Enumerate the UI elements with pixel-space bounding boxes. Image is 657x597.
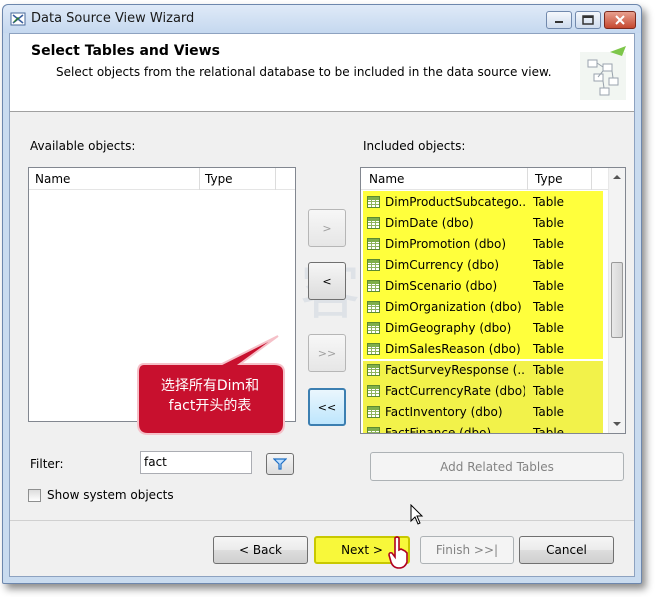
item-name: FactSurveyResponse (... [385, 363, 525, 377]
annotation-callout: 选择所有Dim和 fact开头的表 [130, 335, 290, 442]
next-button-label: Next > [341, 543, 383, 557]
item-type: Table [533, 300, 565, 314]
close-window-button[interactable] [604, 11, 636, 29]
table-icon [367, 427, 380, 433]
table-icon [367, 217, 380, 229]
add-selected-button[interactable]: > [308, 209, 346, 247]
table-icon [367, 301, 380, 313]
page-title: Select Tables and Views [31, 43, 220, 59]
list-item[interactable]: DimCurrency (dbo) Table [361, 255, 601, 276]
arrow-cursor-icon [410, 504, 424, 525]
list-item[interactable]: FactSurveyResponse (... Table [361, 360, 601, 381]
included-objects-list[interactable]: Name Type DimProductSubcatego... Table Dim… [360, 167, 626, 434]
list-item[interactable]: DimOrganization (dbo) Table [361, 297, 601, 318]
item-name: DimProductSubcatego... [385, 195, 525, 209]
close-icon [615, 15, 625, 25]
show-system-objects-label: Show system objects [47, 488, 174, 502]
item-name: FactFinance (dbo) [385, 426, 492, 434]
scroll-thumb[interactable] [611, 262, 623, 338]
window-title: Data Source View Wizard [31, 11, 195, 26]
item-type: Table [533, 216, 565, 230]
table-icon [367, 280, 380, 292]
maximize-button[interactable] [575, 11, 601, 29]
item-type: Table [533, 258, 565, 272]
included-col-name[interactable]: Name [369, 172, 404, 186]
item-name: DimScenario (dbo) [385, 279, 498, 293]
item-type: Table [533, 237, 565, 251]
list-item[interactable]: FactFinance (dbo) Table [361, 423, 601, 434]
add-all-button[interactable]: >> [308, 334, 346, 372]
filter-funnel-icon [273, 458, 287, 470]
remove-all-button[interactable]: << [308, 388, 346, 426]
wizard-graphic-icon [580, 46, 626, 100]
add-related-tables-button[interactable]: Add Related Tables [370, 452, 624, 481]
included-list-header: Name Type [361, 168, 625, 190]
apply-filter-button[interactable] [266, 453, 294, 475]
callout-line-1: 选择所有Dim和 [160, 378, 260, 394]
item-type: Table [533, 384, 565, 398]
included-col-type[interactable]: Type [535, 172, 563, 186]
item-type: Table [533, 342, 565, 356]
show-system-objects-checkbox[interactable] [28, 489, 41, 502]
item-type: Table [533, 279, 565, 293]
footer-divider [10, 520, 634, 521]
filter-input[interactable]: fact [140, 451, 252, 474]
remove-selected-button[interactable]: < [308, 262, 346, 300]
back-button[interactable]: < Back [213, 536, 308, 564]
table-icon [367, 364, 380, 376]
item-name: DimPromotion (dbo) [385, 237, 507, 251]
item-name: DimDate (dbo) [385, 216, 474, 230]
cancel-button[interactable]: Cancel [519, 536, 614, 564]
wizard-window: Data Source View Wizard Select Tables an… [2, 4, 642, 584]
item-name: FactInventory (dbo) [385, 405, 503, 419]
minimize-button[interactable] [546, 11, 572, 29]
scroll-down-icon[interactable] [613, 421, 621, 427]
available-col-type[interactable]: Type [205, 172, 233, 186]
list-item[interactable]: DimProductSubcatego... Table [361, 192, 601, 213]
filter-label: Filter: [30, 457, 64, 471]
table-icon [367, 259, 380, 271]
wizard-header: Select Tables and Views Select objects f… [10, 34, 634, 112]
list-item[interactable]: DimSalesReason (dbo) Table [361, 339, 601, 360]
table-icon [367, 406, 380, 418]
minimize-icon [555, 21, 563, 23]
item-type: Table [533, 426, 565, 434]
list-item[interactable]: DimGeography (dbo) Table [361, 318, 601, 339]
callout-line-2: fact开头的表 [168, 398, 252, 414]
table-icon [367, 322, 380, 334]
list-item[interactable]: FactInventory (dbo) Table [361, 402, 601, 423]
included-objects-label: Included objects: [363, 139, 466, 153]
scroll-up-icon[interactable] [613, 174, 621, 180]
available-col-name[interactable]: Name [35, 172, 70, 186]
table-icon [367, 385, 380, 397]
list-item[interactable]: DimPromotion (dbo) Table [361, 234, 601, 255]
item-type: Table [533, 405, 565, 419]
table-icon [367, 196, 380, 208]
available-list-header: Name Type [29, 168, 295, 190]
finish-button[interactable]: Finish >>| [420, 536, 514, 564]
title-bar: Data Source View Wizard [3, 5, 641, 33]
available-objects-label: Available objects: [30, 139, 136, 153]
list-item[interactable]: DimDate (dbo) Table [361, 213, 601, 234]
wizard-body: Select Tables and Views Select objects f… [9, 33, 635, 577]
item-name: DimCurrency (dbo) [385, 258, 500, 272]
item-type: Table [533, 195, 565, 209]
item-name: FactCurrencyRate (dbo) [385, 384, 525, 398]
included-scrollbar[interactable] [608, 168, 625, 433]
page-subtitle: Select objects from the relational datab… [56, 65, 552, 79]
item-name: DimGeography (dbo) [385, 321, 512, 335]
item-type: Table [533, 363, 565, 377]
table-icon [367, 238, 380, 250]
wizard-app-icon [10, 12, 26, 26]
hand-cursor-icon [388, 536, 408, 569]
item-type: Table [533, 321, 565, 335]
list-item[interactable]: FactCurrencyRate (dbo) Table [361, 381, 601, 402]
list-item[interactable]: DimScenario (dbo) Table [361, 276, 601, 297]
item-name: DimOrganization (dbo) [385, 300, 522, 314]
maximize-icon [582, 15, 594, 25]
table-icon [367, 343, 380, 355]
item-name: DimSalesReason (dbo) [385, 342, 521, 356]
